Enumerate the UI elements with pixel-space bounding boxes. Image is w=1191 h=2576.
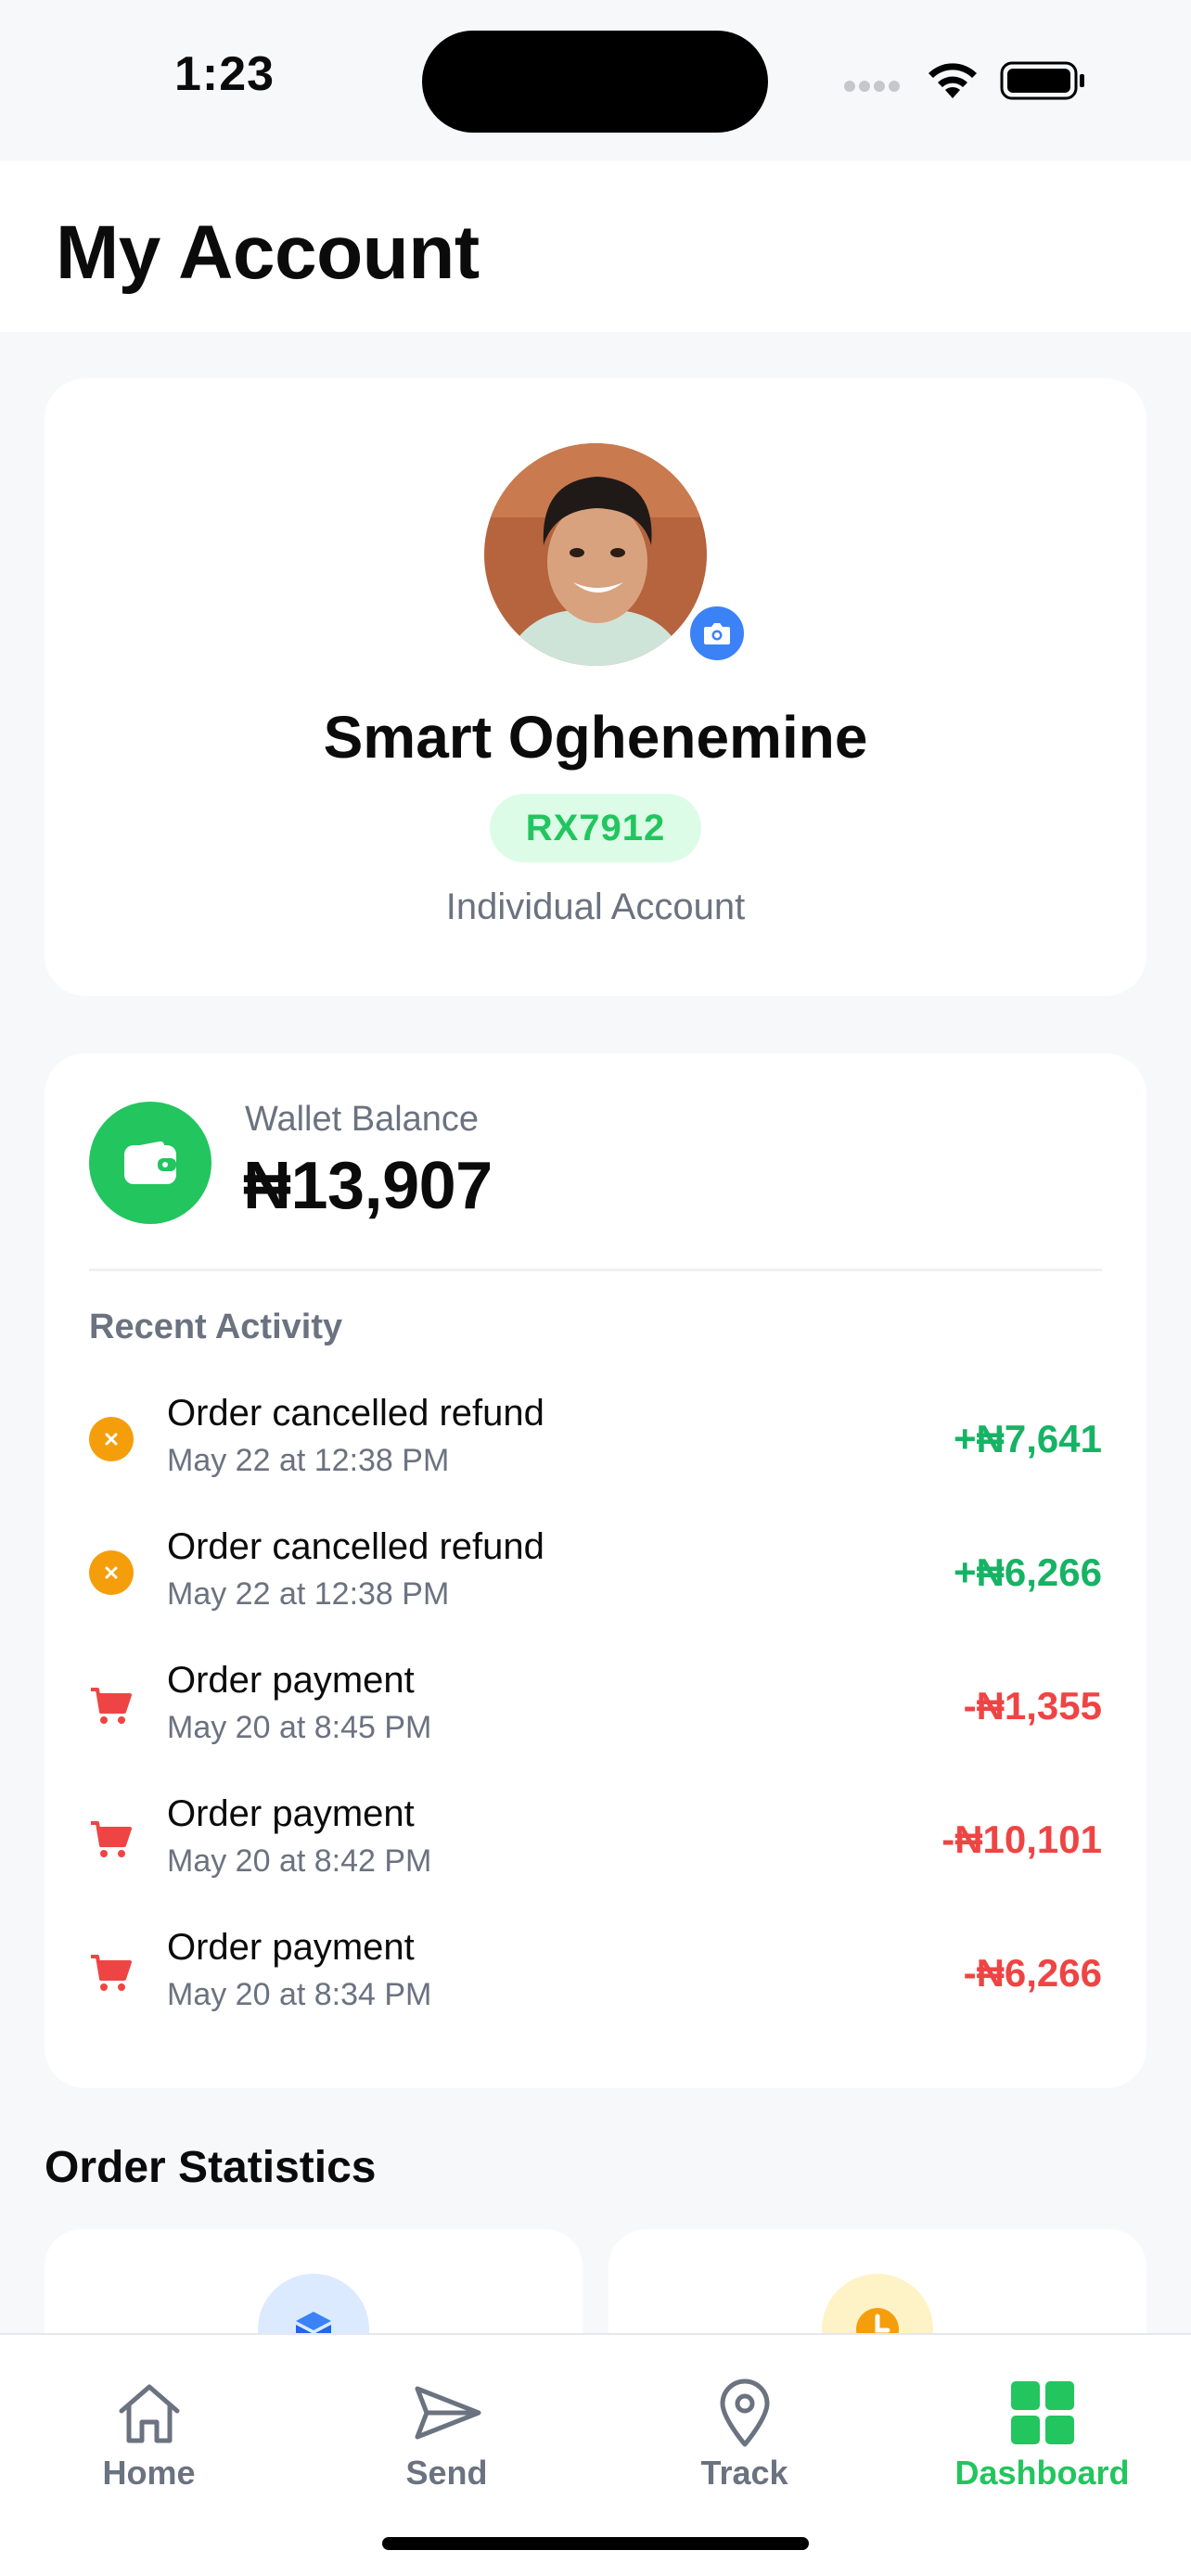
home-indicator	[382, 2537, 809, 2550]
avatar[interactable]	[484, 443, 707, 666]
tab-home[interactable]: Home	[0, 2335, 298, 2520]
page-header: My Account	[0, 161, 1191, 332]
activity-title: Order payment	[167, 1660, 415, 1701]
activity-amount: -₦10,101	[941, 1817, 1102, 1861]
dynamic-island	[422, 31, 768, 133]
tab-label: Home	[102, 2454, 196, 2492]
activity-row[interactable]: Order cancelled refund May 22 at 12:38 P…	[89, 1523, 1102, 1625]
activity-title: Order cancelled refund	[167, 1526, 544, 1567]
cancel-circle-icon	[89, 1550, 134, 1595]
order-statistics-title: Order Statistics	[45, 2143, 377, 2192]
cancel-circle-icon	[89, 1417, 134, 1461]
activity-title: Order payment	[167, 1793, 415, 1834]
tab-label: Dashboard	[954, 2454, 1130, 2492]
status-time: 1:23	[174, 47, 275, 101]
activity-date: May 22 at 12:38 PM	[167, 1443, 450, 1478]
change-photo-button[interactable]	[685, 601, 749, 666]
wallet-balance-label: Wallet Balance	[245, 1100, 480, 1139]
avatar-image	[484, 443, 707, 666]
cart-icon	[89, 1817, 134, 1862]
send-icon	[415, 2386, 480, 2440]
activity-date: May 20 at 8:34 PM	[167, 1977, 432, 2012]
cart-icon	[89, 1684, 134, 1728]
wallet-icon	[89, 1102, 211, 1224]
tab-track[interactable]: Track	[596, 2335, 893, 2520]
user-code-badge: RX7912	[490, 794, 701, 862]
activity-row[interactable]: Order payment May 20 at 8:34 PM -₦6,266	[89, 1923, 1102, 2025]
account-screen: 1:23 My Account Smart Oghenemine RX7912 …	[0, 0, 1191, 2576]
divider	[89, 1269, 1102, 1271]
wallet-card: Wallet Balance ₦13,907 Recent Activity O…	[45, 1053, 1146, 2088]
wallet-balance-amount: ₦13,907	[243, 1149, 493, 1223]
activity-title: Order payment	[167, 1927, 415, 1968]
tab-label: Track	[700, 2454, 788, 2492]
activity-date: May 20 at 8:45 PM	[167, 1710, 432, 1745]
tab-send[interactable]: Send	[298, 2335, 596, 2520]
activity-amount: -₦6,266	[963, 1951, 1102, 1995]
cart-icon	[89, 1951, 134, 1996]
activity-date: May 20 at 8:42 PM	[167, 1843, 432, 1879]
recent-activity-title: Recent Activity	[89, 1307, 343, 1346]
dashboard-grid-icon	[1010, 2381, 1074, 2444]
activity-row[interactable]: Order payment May 20 at 8:42 PM -₦10,101	[89, 1790, 1102, 1892]
activity-amount: +₦6,266	[954, 1550, 1102, 1594]
profile-name: Smart Oghenemine	[323, 704, 868, 771]
activity-date: May 22 at 12:38 PM	[167, 1576, 450, 1612]
home-icon	[119, 2384, 179, 2443]
battery-icon	[1000, 61, 1084, 100]
activity-amount: -₦1,355	[963, 1684, 1102, 1728]
tab-label: Send	[405, 2454, 488, 2492]
profile-card: Smart Oghenemine RX7912 Individual Accou…	[45, 378, 1146, 996]
location-pin-icon	[720, 2378, 769, 2447]
wifi-icon	[928, 63, 977, 98]
activity-row[interactable]: Order cancelled refund May 22 at 12:38 P…	[89, 1389, 1102, 1491]
tab-dashboard[interactable]: Dashboard	[893, 2335, 1191, 2520]
activity-amount: +₦7,641	[954, 1417, 1102, 1460]
activity-row[interactable]: Order payment May 20 at 8:45 PM -₦1,355	[89, 1656, 1102, 1758]
account-type: Individual Account	[445, 886, 746, 927]
activity-title: Order cancelled refund	[167, 1393, 544, 1434]
cellular-signal-icon	[844, 80, 907, 95]
status-bar: 1:23	[0, 0, 1191, 161]
camera-icon	[704, 623, 730, 644]
page-title: My Account	[56, 210, 480, 295]
